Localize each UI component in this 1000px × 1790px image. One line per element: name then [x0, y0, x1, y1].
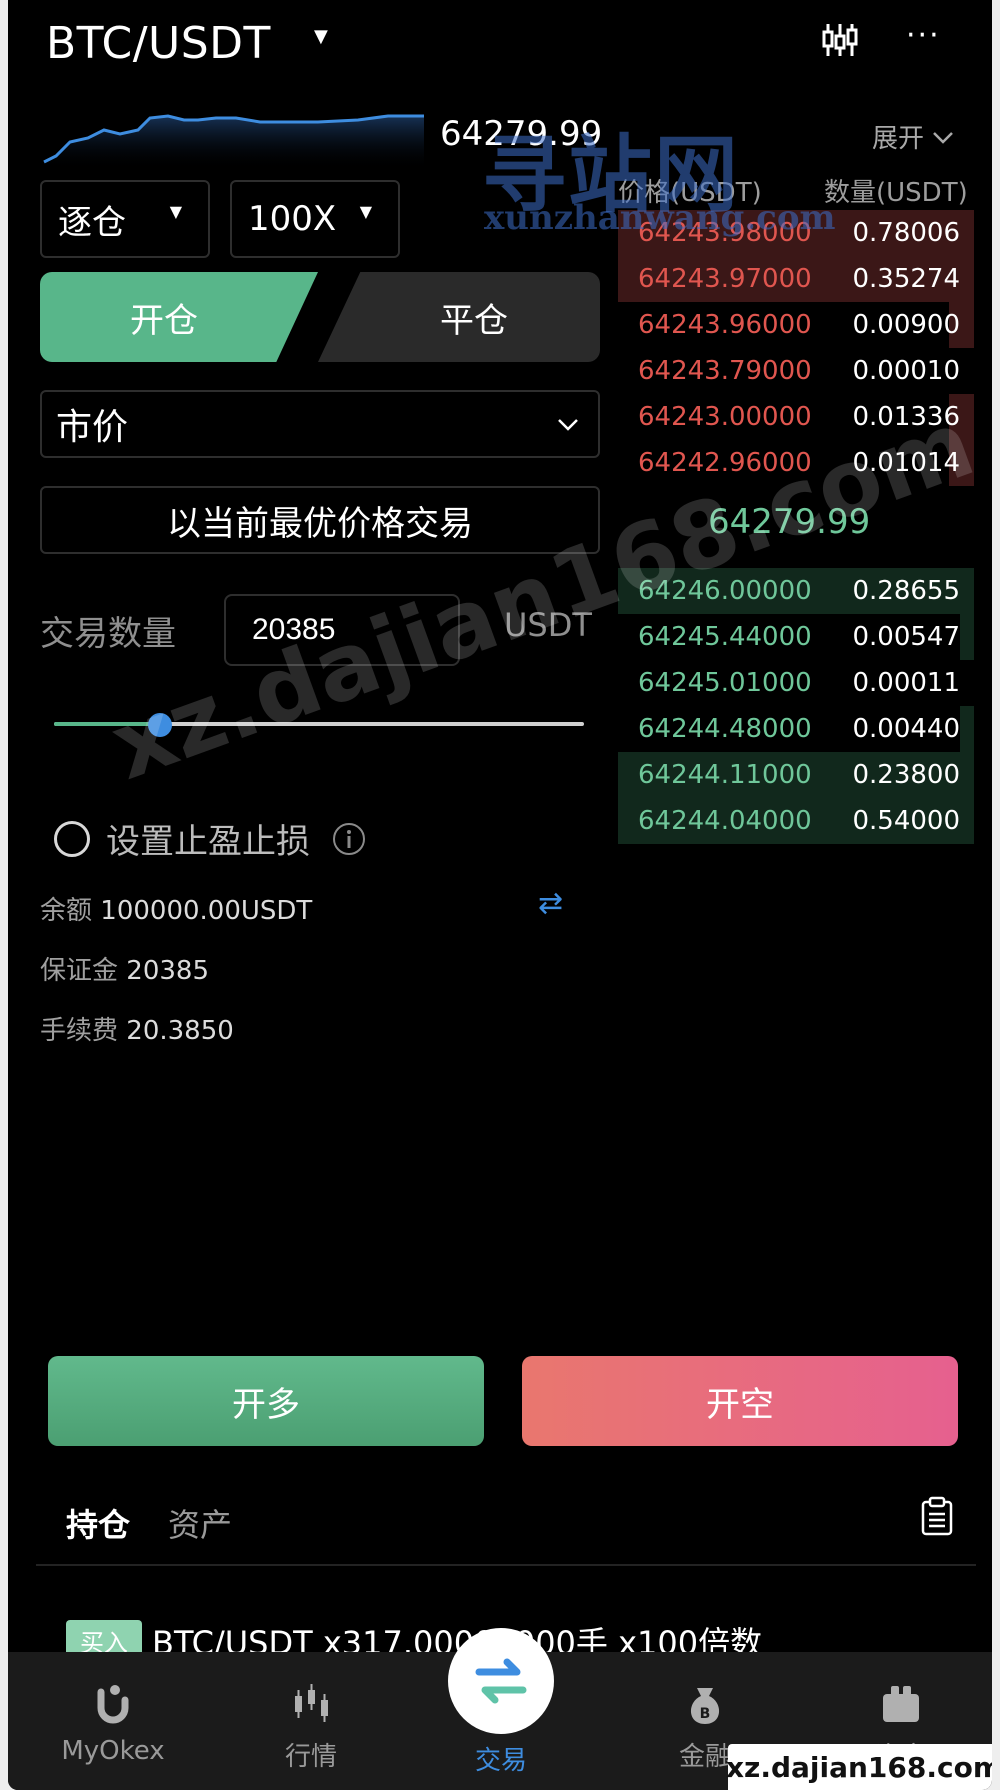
nav-item-market[interactable]: 行情: [236, 1682, 386, 1773]
tpsl-radio[interactable]: [54, 820, 90, 857]
best-price-field[interactable]: 以当前最优价格交易: [40, 486, 600, 554]
profile-icon: [97, 1685, 129, 1724]
ask-qty: 0.35274: [852, 264, 960, 294]
ask-row[interactable]: 64243.79000 0.00010: [618, 348, 974, 394]
bid-qty: 0.28655: [852, 576, 960, 606]
divider: [36, 1564, 976, 1566]
ask-price: 64243.00000: [638, 402, 812, 432]
nav-label: MyOkex: [61, 1736, 165, 1766]
candlestick-icon[interactable]: [820, 20, 860, 60]
trade-screen: BTC/USDT ▼ ··· 64279.99 逐仓 ▼ 100X ▼ 开仓 平…: [8, 0, 992, 1790]
leverage-value: 100X: [248, 199, 337, 239]
tab-close-position[interactable]: 平仓: [318, 272, 600, 362]
assets-icon: [883, 1686, 919, 1722]
ask-price: 64243.79000: [638, 356, 812, 386]
margin-row: 保证金 20385: [40, 950, 209, 987]
bid-qty: 0.00547: [852, 622, 960, 652]
bid-qty: 0.54000: [852, 806, 960, 836]
svg-text:B: B: [700, 1706, 711, 1722]
pair-dropdown-icon[interactable]: ▼: [314, 26, 328, 47]
fee-row: 手续费 20.3850: [40, 1010, 234, 1047]
ask-qty: 0.00010: [852, 356, 960, 386]
tab-assets[interactable]: 资产: [168, 1500, 232, 1546]
mini-price-chart: [43, 114, 424, 170]
price-type-value: 市价: [56, 407, 129, 448]
ask-row[interactable]: 64243.96000 0.00900: [618, 302, 974, 348]
nav-label: 行情: [284, 1742, 337, 1772]
orderbook-qty-header: 数量(USDT): [824, 178, 968, 208]
depth-bar: [959, 614, 974, 660]
quantity-label: 交易数量: [40, 614, 176, 654]
leverage-select[interactable]: 100X ▼: [230, 180, 400, 258]
order-history-icon[interactable]: [920, 1496, 954, 1536]
bid-qty: 0.23800: [852, 760, 960, 790]
nav-item-myokex[interactable]: MyOkex: [38, 1682, 188, 1766]
bid-price: 64245.44000: [638, 622, 812, 652]
corner-watermark: xz.dajian168.com: [726, 1744, 992, 1790]
fee-label: 手续费: [40, 1016, 119, 1046]
nav-item-trade[interactable]: [448, 1628, 554, 1734]
tpsl-toggle[interactable]: 设置止盈止损: [54, 814, 366, 863]
ask-row[interactable]: 64243.97000 0.35274: [618, 256, 974, 302]
tab-positions[interactable]: 持仓: [66, 1500, 130, 1546]
open-long-button[interactable]: 开多: [48, 1356, 484, 1446]
chevron-down-icon: [558, 419, 578, 431]
pair-title[interactable]: BTC/USDT: [46, 18, 271, 69]
finance-bag-icon: B: [690, 1688, 720, 1724]
ask-price: 64243.96000: [638, 310, 812, 340]
caret-down-icon: ▼: [169, 202, 182, 221]
margin-value: 20385: [126, 956, 209, 986]
market-icon: [295, 1684, 328, 1722]
bid-row[interactable]: 64244.11000 0.23800: [618, 752, 974, 798]
bid-price: 64244.11000: [638, 760, 812, 790]
tab-open-position[interactable]: 开仓: [40, 272, 318, 362]
chevron-down-icon: [933, 131, 953, 144]
fee-value: 20.3850: [126, 1016, 234, 1046]
more-icon[interactable]: ···: [906, 18, 941, 53]
expand-label: 展开: [872, 124, 925, 154]
open-short-button[interactable]: 开空: [522, 1356, 958, 1446]
caret-down-icon: ▼: [359, 202, 372, 221]
transfer-icon[interactable]: ⇄: [538, 886, 563, 921]
price-type-select[interactable]: 市价: [40, 390, 600, 458]
nav-label: 金融: [678, 1742, 731, 1772]
margin-label: 保证金: [40, 956, 119, 986]
bid-price: 64244.48000: [638, 714, 812, 744]
bid-row[interactable]: 64245.44000 0.00547: [618, 614, 974, 660]
balance-label: 余额: [40, 896, 93, 926]
bid-qty: 0.00440: [852, 714, 960, 744]
ask-price: 64243.97000: [638, 264, 812, 294]
bid-price: 64245.01000: [638, 668, 812, 698]
ask-qty: 0.78006: [852, 218, 960, 248]
bid-row[interactable]: 64244.48000 0.00440: [618, 706, 974, 752]
bid-row[interactable]: 64245.01000 0.00011: [618, 660, 974, 706]
margin-mode-value: 逐仓: [58, 202, 126, 243]
balance-row: 余额 100000.00USDT: [40, 890, 312, 927]
info-icon[interactable]: [332, 822, 366, 856]
orderbook-expand-button[interactable]: 展开: [872, 118, 954, 155]
logo-watermark-en: xunzhanwang.com: [484, 198, 836, 238]
balance-value: 100000.00USDT: [100, 896, 313, 926]
bid-qty: 0.00011: [852, 668, 960, 698]
bid-row[interactable]: 64244.04000 0.54000: [618, 798, 974, 844]
depth-bar: [959, 706, 974, 752]
tpsl-label: 设置止盈止损: [106, 822, 310, 862]
ask-qty: 0.00900: [852, 310, 960, 340]
bid-price: 64244.04000: [638, 806, 812, 836]
margin-mode-select[interactable]: 逐仓 ▼: [40, 180, 210, 258]
nav-label-trade[interactable]: 交易: [426, 1740, 576, 1777]
trade-swap-icon: [475, 1658, 527, 1704]
